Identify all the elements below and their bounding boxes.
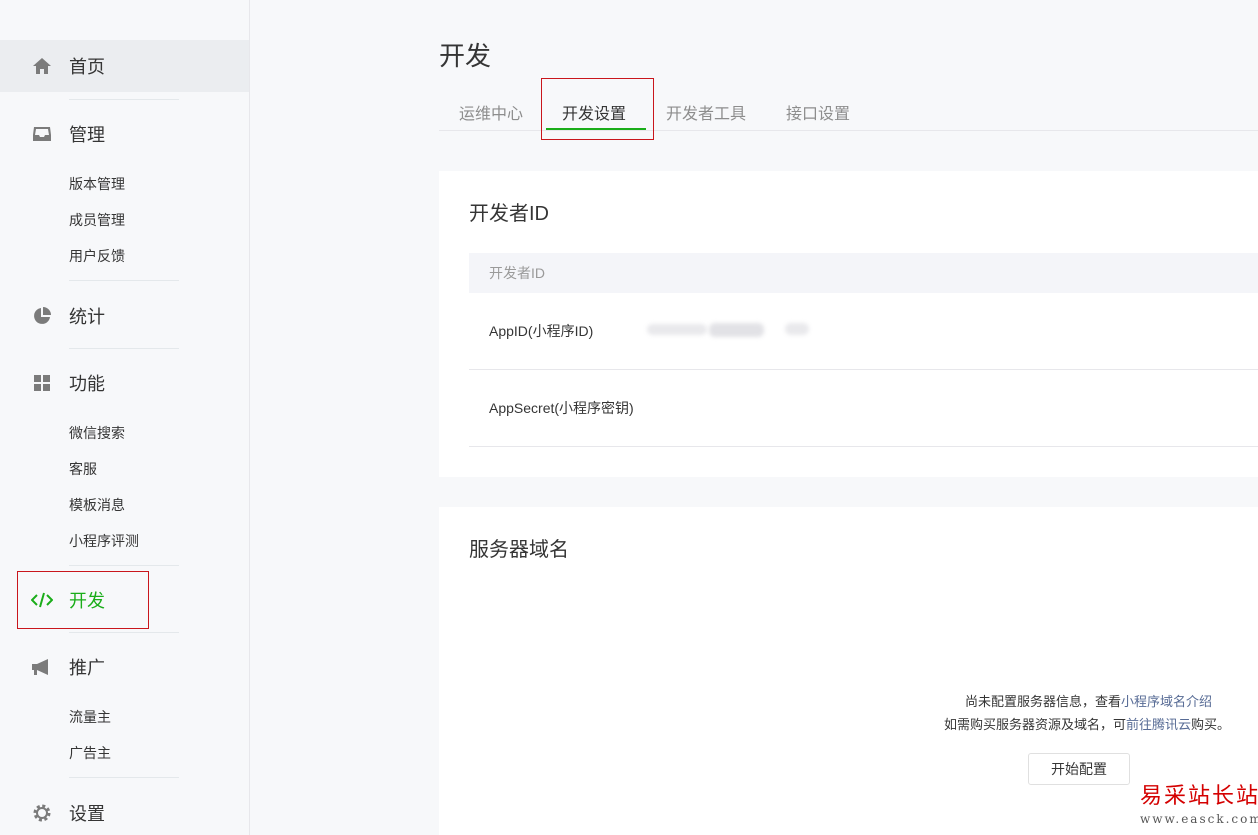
redacted-value bbox=[709, 323, 764, 337]
inbox-icon bbox=[31, 123, 53, 145]
table-header: 开发者ID bbox=[469, 253, 1258, 293]
divider bbox=[69, 280, 179, 281]
tab-api-settings[interactable]: 接口设置 bbox=[786, 100, 850, 124]
sidebar-subitem-evaluation[interactable]: 小程序评测 bbox=[69, 531, 139, 551]
sidebar-subitem-customer-service[interactable]: 客服 bbox=[69, 459, 97, 479]
card-title: 服务器域名 bbox=[469, 539, 569, 561]
tab-ops-center[interactable]: 运维中心 bbox=[459, 100, 523, 124]
tip-text: 购买。 bbox=[1190, 717, 1230, 732]
appsecret-label: AppSecret(小程序密钥) bbox=[489, 400, 634, 416]
developer-id-card: 开发者ID 开发者ID AppID(小程序ID) AppSecret(小程序密钥… bbox=[439, 171, 1258, 477]
tencent-cloud-link[interactable]: 前往腾讯云 bbox=[1126, 717, 1191, 732]
sidebar-item-label: 统计 bbox=[69, 307, 105, 327]
redacted-value bbox=[647, 324, 707, 335]
megaphone-icon bbox=[31, 656, 53, 678]
tip-text: 如需购买服务器资源及域名，可 bbox=[943, 717, 1126, 732]
pie-chart-icon bbox=[31, 305, 53, 327]
divider bbox=[69, 777, 179, 778]
gear-icon bbox=[31, 802, 53, 824]
tab-dev-tools[interactable]: 开发者工具 bbox=[666, 100, 746, 124]
tip-text: 尚未配置服务器信息，查看 bbox=[964, 694, 1121, 709]
sidebar-item-features[interactable]: 功能 bbox=[0, 363, 249, 403]
sidebar-item-label: 推广 bbox=[69, 658, 105, 678]
highlight-box bbox=[541, 78, 654, 140]
server-domain-card: 服务器域名 尚未配置服务器信息，查看小程序域名介绍 如需购买服务器资源及域名，可… bbox=[439, 507, 1258, 835]
sidebar-item-label: 首页 bbox=[69, 57, 105, 77]
sidebar-item-manage[interactable]: 管理 bbox=[0, 114, 249, 154]
sidebar-subitem-feedback[interactable]: 用户反馈 bbox=[69, 246, 125, 266]
sidebar-subitem-version[interactable]: 版本管理 bbox=[69, 174, 125, 194]
page-title: 开发 bbox=[439, 41, 492, 71]
watermark-url: www.easck.com bbox=[1140, 812, 1258, 826]
appid-label: AppID(小程序ID) bbox=[489, 323, 594, 339]
divider bbox=[69, 565, 179, 566]
watermark-text: 易采站长站 bbox=[1140, 784, 1258, 809]
empty-tip-line-2: 如需购买服务器资源及域名，可前往腾讯云购买。 bbox=[944, 714, 1230, 733]
sidebar: 首页 管理 版本管理 成员管理 用户反馈 统计 功能 微信搜索 客服 模板消息 … bbox=[0, 0, 250, 835]
sidebar-item-label: 功能 bbox=[69, 374, 105, 394]
empty-tip-line-1: 尚未配置服务器信息，查看小程序域名介绍 bbox=[965, 691, 1212, 710]
divider bbox=[69, 348, 179, 349]
watermark: 易采站长站 www.easck.com bbox=[1140, 778, 1258, 826]
redacted-value bbox=[785, 323, 809, 335]
table-row-appsecret: AppSecret(小程序密钥) bbox=[469, 370, 1258, 447]
sidebar-item-label: 管理 bbox=[69, 125, 105, 145]
sidebar-subitem-members[interactable]: 成员管理 bbox=[69, 210, 125, 230]
table-row-appid: AppID(小程序ID) bbox=[469, 293, 1258, 370]
sidebar-subitem-template-message[interactable]: 模板消息 bbox=[69, 495, 125, 515]
grid-icon bbox=[31, 372, 53, 394]
sidebar-item-settings[interactable]: 设置 bbox=[0, 793, 249, 833]
domain-intro-link[interactable]: 小程序域名介绍 bbox=[1121, 694, 1212, 709]
start-config-button[interactable]: 开始配置 bbox=[1028, 753, 1130, 785]
home-icon bbox=[31, 55, 53, 77]
sidebar-item-label: 设置 bbox=[69, 804, 105, 824]
sidebar-item-stats[interactable]: 统计 bbox=[0, 296, 249, 336]
sidebar-item-home[interactable]: 首页 bbox=[0, 40, 249, 92]
sidebar-item-promote[interactable]: 推广 bbox=[0, 647, 249, 687]
highlight-box bbox=[17, 571, 149, 629]
divider bbox=[69, 632, 179, 633]
divider bbox=[69, 99, 179, 100]
sidebar-subitem-traffic[interactable]: 流量主 bbox=[69, 707, 111, 727]
card-title: 开发者ID bbox=[469, 203, 549, 225]
sidebar-subitem-wechat-search[interactable]: 微信搜索 bbox=[69, 423, 125, 443]
sidebar-subitem-advertiser[interactable]: 广告主 bbox=[69, 743, 111, 763]
